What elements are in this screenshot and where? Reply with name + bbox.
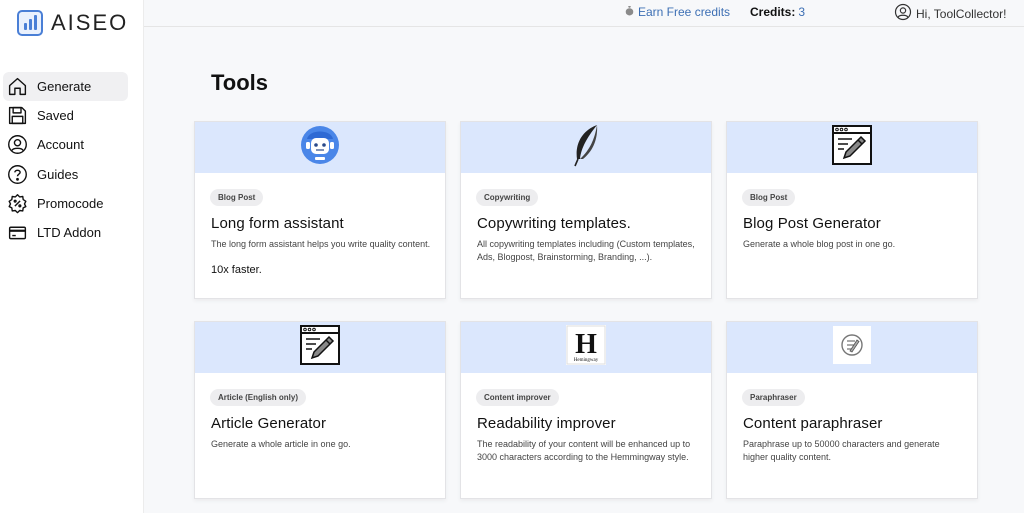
card-header [195,322,445,373]
credits-display: Credits: 3 [750,5,805,19]
sidebar-item-label: Promocode [37,195,104,211]
tool-title: Content paraphraser [743,415,883,432]
save-icon [6,105,28,127]
hemingway-logo-text: Hemingway [574,358,599,363]
sidebar-item-account[interactable]: Account [3,130,128,159]
tool-description: The readability of your content will be … [477,439,691,462]
category-badge: Blog Post [742,189,796,206]
category-badge: Paraphraser [742,389,805,406]
hemingway-logo: H Hemingway [566,325,606,370]
earn-credits-link[interactable]: Earn Free credits [625,5,730,19]
money-bag-icon [625,5,634,19]
tool-card-readability-improver[interactable]: H Hemingway Content improver Readability … [460,321,712,499]
credits-value: 3 [798,5,806,19]
svg-text:H: H [575,329,597,360]
user-icon [6,134,28,156]
tool-extra-text: 10x faster. [211,264,262,276]
tool-card-long-form-assistant[interactable]: Blog Post Long form assistant The long f… [194,121,446,299]
tool-title: Readability improver [477,415,616,432]
top-bar: Earn Free credits Credits: 3 Hi, ToolColl… [144,0,1024,27]
brand-name: AISEO [51,10,129,35]
category-badge: Article (English only) [210,389,307,406]
sidebar: AISEO Generate Saved Account Guides Prom… [0,0,144,513]
help-icon [6,163,28,185]
sidebar-item-label: Saved [37,108,74,124]
credit-card-icon [6,222,28,244]
tool-description: All copywriting templates including (Cus… [477,239,695,262]
user-greeting: Hi, ToolCollector! [916,6,1007,21]
page-title: Tools [211,70,269,95]
tool-description: Generate a whole article in one go. [211,439,351,449]
feather-icon [569,123,603,172]
tool-title: Blog Post Generator [743,215,881,232]
credits-label: Credits: [750,5,796,19]
sidebar-item-label: Account [37,137,84,153]
sidebar-item-label: Guides [37,166,79,182]
paraphrase-icon [833,326,871,369]
tool-card-copywriting-templates[interactable]: Copywriting Copywriting templates. All c… [460,121,712,299]
tool-title: Article Generator [211,415,327,432]
earn-credits-label: Earn Free credits [638,5,731,19]
sidebar-item-label: LTD Addon [37,225,102,241]
category-badge: Copywriting [476,189,539,206]
sidebar-nav: Generate Saved Account Guides Promocode [3,72,128,247]
user-menu[interactable]: Hi, ToolCollector! [894,3,1006,24]
logo-chart-icon [17,10,43,36]
tool-description: Generate a whole blog post in one go. [743,239,896,249]
percent-badge-icon [6,192,28,214]
robot-icon [300,125,340,170]
tool-card-content-paraphraser[interactable]: Paraphraser Content paraphraser Paraphra… [726,321,978,499]
sidebar-item-guides[interactable]: Guides [3,160,128,189]
home-icon [6,76,28,98]
sidebar-item-ltd-addon[interactable]: LTD Addon [3,218,128,247]
brand-logo[interactable]: AISEO [17,8,128,38]
category-badge: Content improver [476,389,559,406]
card-header [727,322,977,373]
tool-title: Copywriting templates. [477,215,631,232]
tool-description: Paraphrase up to 50000 characters and ge… [743,439,940,462]
tool-description: The long form assistant helps you write … [211,239,431,249]
tool-card-blog-post-generator[interactable]: Blog Post Blog Post Generator Generate a… [726,121,978,299]
sidebar-item-promocode[interactable]: Promocode [3,189,128,218]
browser-pencil-icon [832,125,872,170]
card-header [727,122,977,173]
sidebar-item-label: Generate [37,79,92,95]
browser-pencil-icon [300,325,340,370]
sidebar-item-generate[interactable]: Generate [3,72,128,102]
card-header [195,122,445,173]
tool-card-article-generator[interactable]: Article (English only) Article Generator… [194,321,446,499]
category-badge: Blog Post [210,189,264,206]
card-header [461,122,711,173]
user-avatar-icon [894,3,912,24]
card-header: H Hemingway [461,322,711,373]
tool-title: Long form assistant [211,215,344,232]
sidebar-item-saved[interactable]: Saved [3,101,128,130]
